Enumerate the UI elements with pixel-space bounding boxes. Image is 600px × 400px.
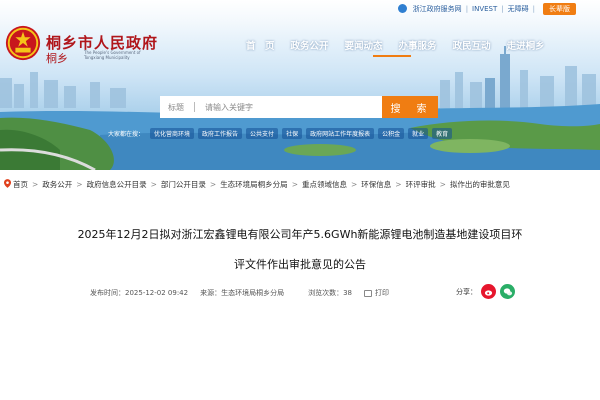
chevron-right-icon: > <box>291 180 298 189</box>
hot-chip[interactable]: 教育 <box>432 128 453 139</box>
site-english-name: The People's Government of Tongxiang Mun… <box>84 50 141 60</box>
search-placeholder: 请输入关键字 <box>205 102 253 112</box>
breadcrumb-item[interactable]: 拟作出的审批意见 <box>450 180 510 189</box>
hot-chip[interactable]: 社保 <box>282 128 303 139</box>
article-title-line-2: 评文件作出审批意见的公告 <box>234 258 366 271</box>
link-invest[interactable]: INVEST <box>472 5 497 13</box>
hot-chip[interactable]: 公积金 <box>378 128 405 139</box>
search-bar: 标题 请输入关键字 搜 索 <box>160 96 438 118</box>
share-label: 分享： <box>456 287 477 296</box>
chevron-right-icon: > <box>209 180 217 189</box>
hero-banner: 浙江政府服务网 | INVEST | 无障碍 | 长辈版 桐乡市人民政府 桐乡 … <box>0 0 600 170</box>
separator: | <box>501 4 504 13</box>
link-zhejiang-service[interactable]: 浙江政府服务网 <box>413 4 462 14</box>
search-input[interactable]: 标题 请输入关键字 <box>160 96 382 118</box>
nav-interaction[interactable]: 政民互动 <box>445 38 499 52</box>
elder-mode-button[interactable]: 长辈版 <box>543 2 576 15</box>
site-subtitle-logo: 桐乡 <box>46 52 68 65</box>
print-button[interactable]: 打印 <box>375 288 389 298</box>
breadcrumb-item[interactable]: 部门公开目录 <box>161 180 206 189</box>
nav-about-tongxiang[interactable]: 走进桐乡 <box>499 38 553 52</box>
breadcrumb-item[interactable]: 政府信息公开目录 <box>87 180 147 189</box>
separator: | <box>465 4 469 13</box>
chevron-right-icon: > <box>350 180 358 189</box>
hot-chip[interactable]: 政府网站工作年度报表 <box>306 128 375 139</box>
search-divider <box>194 102 195 112</box>
breadcrumb-item[interactable]: 政务公开 <box>42 180 72 189</box>
article-title-line-1: 2025年12月2日拟对浙江宏鑫锂电有限公司年产5.6GWh新能源锂电池制造基地… <box>77 228 523 241</box>
hot-chip[interactable]: 优化营商环境 <box>150 128 195 139</box>
source-label: 来源： <box>200 289 222 297</box>
chevron-right-icon: > <box>150 180 157 189</box>
search-button[interactable]: 搜 索 <box>382 96 438 118</box>
breadcrumb: 首页 > 政务公开 > 政府信息公开目录 > 部门公开目录 > 生态环境局桐乡分局 > 重点领域信息… <box>4 179 596 190</box>
chevron-right-icon: > <box>32 180 39 189</box>
chevron-right-icon: > <box>439 180 446 189</box>
hot-search-label: 大家都在搜： <box>108 131 145 138</box>
wechat-icon[interactable] <box>500 284 515 299</box>
nav-home[interactable]: 首 页 <box>238 38 283 52</box>
breadcrumb-item[interactable]: 环评审批 <box>406 180 436 189</box>
print-icon[interactable] <box>364 289 373 297</box>
share-bar: 分享： <box>456 284 515 299</box>
hot-chip[interactable]: 就业 <box>408 128 429 139</box>
breadcrumb-item[interactable]: 环保信息 <box>361 180 391 189</box>
nav-gov-affairs[interactable]: 政务公开 <box>283 38 337 52</box>
hot-chip[interactable]: 公共支付 <box>246 128 279 139</box>
separator: | <box>532 4 535 13</box>
weibo-icon[interactable] <box>481 284 496 299</box>
publish-label: 发布时间： <box>90 289 125 297</box>
hot-search: 大家都在搜： 优化营商环境 政府工作报告 公共支付 社保 政府网站工作年度报表 … <box>108 128 453 139</box>
link-accessibility[interactable]: 无障碍 <box>508 4 529 14</box>
main-nav: 首 页 政务公开 要闻动态 办事服务 政民互动 走进桐乡 <box>238 38 553 52</box>
chevron-right-icon: > <box>76 180 83 189</box>
top-utility-bar: 浙江政府服务网 | INVEST | 无障碍 | 长辈版 <box>397 0 576 17</box>
views-count: 38 <box>343 289 353 297</box>
search-scope-select[interactable]: 标题 <box>168 102 184 113</box>
views-label: 浏览次数： <box>308 289 344 297</box>
zhejiang-service-icon <box>397 4 407 13</box>
article-meta: 发布时间： 2025-12-02 09:42 来源： 生态环境局桐乡分局 浏览次… <box>90 288 389 298</box>
nav-services[interactable]: 办事服务 <box>391 38 445 52</box>
government-emblem-icon <box>5 25 41 61</box>
location-pin-icon <box>4 179 11 188</box>
chevron-right-icon: > <box>395 180 402 189</box>
breadcrumb-item[interactable]: 生态环境局桐乡分局 <box>220 180 288 189</box>
nav-active-indicator <box>373 55 411 57</box>
breadcrumb-item[interactable]: 首页 <box>13 180 28 189</box>
breadcrumb-item[interactable]: 重点领域信息 <box>302 180 347 189</box>
nav-news[interactable]: 要闻动态 <box>337 38 391 52</box>
city-skyline-illustration <box>0 46 600 170</box>
source-value: 生态环境局桐乡分局 <box>221 289 285 297</box>
hot-chip[interactable]: 政府工作报告 <box>198 128 243 139</box>
publish-time: 2025-12-02 09:42 <box>125 289 189 297</box>
